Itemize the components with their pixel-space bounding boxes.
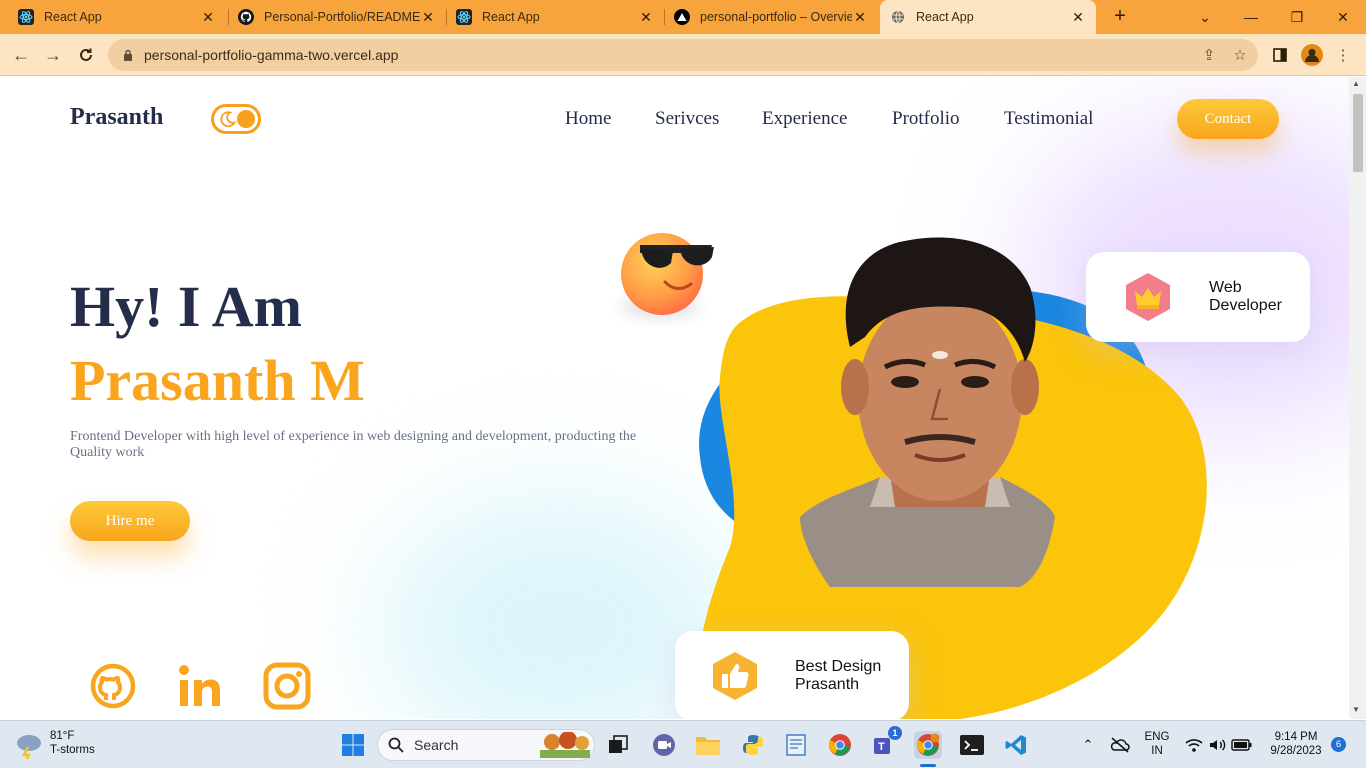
clock-date: 9/28/2023	[1270, 745, 1322, 757]
weather-desc: T-storms	[50, 744, 95, 756]
lang-line1: ENG	[1144, 731, 1170, 743]
windows-start-icon[interactable]	[339, 731, 367, 759]
react-icon	[18, 9, 34, 25]
search-highlight-autumn-icon	[540, 732, 590, 758]
card-design-line2: Prasanth	[795, 676, 860, 693]
new-tab-button[interactable]: +	[1108, 5, 1132, 29]
onedrive-off-icon[interactable]	[1106, 731, 1134, 759]
svg-text:T: T	[878, 741, 885, 753]
browser-menu-icon[interactable]: ⋮	[1330, 42, 1356, 68]
card-design-line1: Best Design	[795, 658, 882, 675]
close-tab-icon[interactable]: ✕	[420, 9, 436, 26]
close-tab-icon[interactable]: ✕	[200, 9, 216, 26]
terminal-icon[interactable]	[958, 731, 986, 759]
card-web-line1: Web	[1209, 279, 1242, 296]
scroll-down-arrow-icon[interactable]: ▼	[1352, 705, 1360, 714]
close-window-button[interactable]: ✕	[1320, 0, 1366, 34]
tab-react-app-1[interactable]: React App ✕	[8, 0, 226, 34]
tab-vercel-overview[interactable]: personal-portfolio – Overvie ✕	[664, 0, 878, 34]
tab-react-app-active[interactable]: React App ✕	[880, 0, 1096, 34]
vscode-icon[interactable]	[1002, 731, 1030, 759]
best-design-card: Best Design Prasanth	[675, 631, 909, 719]
back-arrow-icon[interactable]: ←	[8, 42, 34, 68]
chrome-icon[interactable]	[826, 731, 854, 759]
file-explorer-icon[interactable]	[694, 731, 722, 759]
web-developer-label: Web Developer	[1209, 279, 1282, 315]
tab-title: React App	[44, 10, 102, 24]
share-icon[interactable]: ⇪	[1196, 42, 1222, 68]
tab-react-app-2[interactable]: React App ✕	[446, 0, 664, 34]
python-icon[interactable]	[739, 731, 767, 759]
storm-cloud-icon	[17, 735, 41, 759]
globe-icon	[890, 9, 906, 25]
forward-arrow-icon[interactable]: →	[40, 42, 66, 68]
card-web-line2: Developer	[1209, 297, 1282, 314]
task-view-icon[interactable]	[604, 731, 632, 759]
page-scrollbar[interactable]: ▲ ▼	[1349, 77, 1366, 719]
bookmark-star-icon[interactable]: ☆	[1227, 42, 1253, 68]
search-placeholder: Search	[414, 737, 459, 753]
thumbs-up-icon	[713, 652, 757, 700]
teams-meet-icon[interactable]	[650, 731, 678, 759]
tab-strip: React App ✕ Personal-Portfolio/README. ✕…	[0, 0, 1366, 34]
battery-icon[interactable]	[1228, 731, 1256, 759]
tab-search-chevron-down-icon[interactable]: ⌄	[1182, 0, 1228, 34]
weather-temp: 81°F	[50, 730, 75, 742]
best-design-label: Best Design Prasanth	[795, 658, 881, 694]
portfolio-page: Prasanth Home Serivces Experience Protfo…	[0, 77, 1349, 719]
vercel-icon	[674, 9, 690, 25]
url-text: personal-portfolio-gamma-two.vercel.app	[144, 47, 399, 63]
address-bar[interactable]: personal-portfolio-gamma-two.vercel.app	[108, 39, 1258, 71]
tab-title: React App	[916, 10, 974, 24]
close-tab-icon[interactable]: ✕	[638, 9, 654, 26]
teams-icon[interactable]: T 1	[870, 726, 902, 759]
lock-icon[interactable]	[122, 49, 134, 61]
minimize-button[interactable]: —	[1228, 0, 1274, 34]
search-icon	[388, 737, 404, 753]
taskbar-search[interactable]: Search	[377, 729, 595, 761]
language-indicator[interactable]: ENG IN	[1140, 730, 1174, 758]
notepad-icon[interactable]	[782, 731, 810, 759]
clock-time: 9:14 PM	[1274, 731, 1318, 743]
active-app-indicator	[920, 764, 936, 767]
react-icon	[456, 9, 472, 25]
browser-toolbar: ← → personal-portfolio-gamma-two.vercel.…	[0, 34, 1366, 76]
tab-title: Personal-Portfolio/README.	[264, 10, 420, 24]
side-panel-icon[interactable]	[1267, 42, 1293, 68]
sunglasses-emoji	[621, 233, 714, 315]
windows-taskbar: 81°F T-storms Search T 1 ⌃ ENG IN 9:14 P…	[0, 720, 1366, 768]
close-tab-icon[interactable]: ✕	[852, 9, 868, 26]
web-developer-card: Web Developer	[1086, 252, 1310, 342]
github-icon	[238, 9, 254, 25]
hero-illustration	[620, 233, 1207, 719]
restore-button[interactable]: ❐	[1274, 0, 1320, 34]
tab-title: React App	[482, 10, 540, 24]
clock[interactable]: 9:14 PM 9/28/2023	[1262, 730, 1330, 758]
reload-icon[interactable]	[73, 42, 99, 68]
profile-avatar[interactable]	[1299, 42, 1325, 68]
crown-icon	[1126, 273, 1170, 321]
tab-title: personal-portfolio – Overvie	[700, 10, 852, 24]
scroll-up-arrow-icon[interactable]: ▲	[1352, 79, 1360, 88]
tray-chevron-up-icon[interactable]: ⌃	[1074, 731, 1102, 759]
lang-line2: IN	[1151, 745, 1163, 757]
tab-github-readme[interactable]: Personal-Portfolio/README. ✕	[228, 0, 446, 34]
teams-badge: 1	[888, 726, 902, 740]
notification-badge[interactable]: 6	[1331, 737, 1346, 752]
scrollbar-thumb[interactable]	[1353, 94, 1363, 172]
chrome-profile-active-icon[interactable]	[914, 731, 942, 759]
close-tab-icon[interactable]: ✕	[1070, 9, 1086, 26]
